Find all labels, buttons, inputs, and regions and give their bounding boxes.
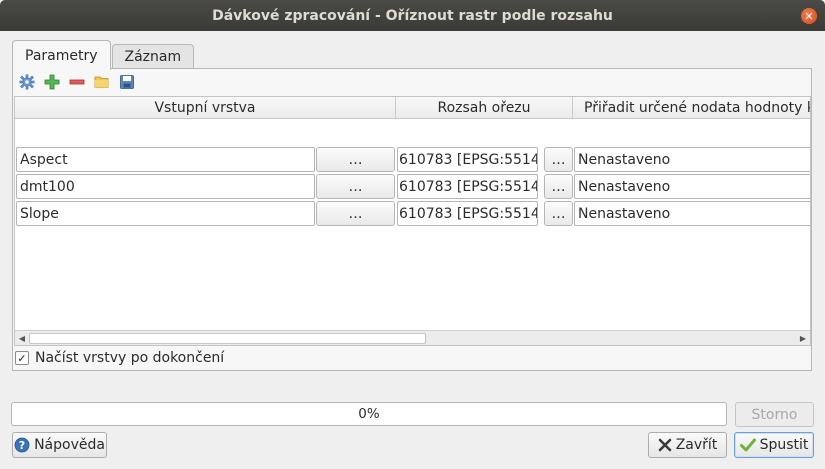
folder-icon bbox=[94, 76, 109, 88]
scroll-right-icon[interactable]: ▶ bbox=[797, 332, 809, 344]
nodata-field[interactable]: Nenastaveno bbox=[574, 147, 810, 172]
title-bar: Dávkové zpracování - Oříznout rastr podl… bbox=[0, 0, 825, 31]
remove-row-button[interactable] bbox=[67, 72, 87, 92]
cancel-button[interactable]: Storno bbox=[735, 402, 814, 427]
load-layers-label[interactable]: Načíst vrstvy po dokončení bbox=[35, 350, 224, 366]
extent-field[interactable]: 610783 [EPSG:5514] bbox=[397, 147, 538, 172]
plus-icon bbox=[44, 74, 60, 90]
batch-table: Vstupní vrstva Rozsah ořezu Přiřadit urč… bbox=[14, 96, 811, 346]
progress-text: 0% bbox=[358, 406, 380, 422]
save-button[interactable] bbox=[117, 72, 137, 92]
run-button[interactable]: Spustit bbox=[734, 432, 814, 458]
input-layer-field[interactable]: Aspect bbox=[16, 147, 315, 172]
add-row-button[interactable] bbox=[42, 72, 62, 92]
close-window-button[interactable]: ✕ bbox=[801, 8, 817, 24]
table-row: Aspect … 610783 [EPSG:5514] … Nenastaven… bbox=[15, 146, 810, 173]
column-header-extent[interactable]: Rozsah ořezu bbox=[396, 97, 573, 119]
close-x-icon bbox=[658, 438, 672, 452]
extent-field[interactable]: 610783 [EPSG:5514] bbox=[397, 174, 538, 199]
help-icon: ? bbox=[14, 437, 30, 453]
extent-field[interactable]: 610783 [EPSG:5514] bbox=[397, 201, 538, 226]
browse-extent-button[interactable]: … bbox=[544, 201, 573, 226]
column-header-nodata[interactable]: Přiřadit určené nodata hodnoty k bbox=[573, 97, 810, 119]
close-icon: ✕ bbox=[804, 9, 814, 23]
open-button[interactable] bbox=[92, 72, 112, 92]
autofill-button[interactable] bbox=[17, 72, 37, 92]
browse-layer-button[interactable]: … bbox=[316, 174, 395, 199]
table-header: Vstupní vrstva Rozsah ořezu Přiřadit urč… bbox=[15, 97, 810, 119]
load-layers-checkbox[interactable]: ✓ bbox=[15, 351, 29, 365]
table-row: dmt100 … 610783 [EPSG:5514] … Nenastaven… bbox=[15, 173, 810, 200]
column-header-input-layer[interactable]: Vstupní vrstva bbox=[15, 97, 396, 119]
batch-toolbar bbox=[17, 72, 137, 94]
scroll-left-icon[interactable]: ◀ bbox=[16, 332, 28, 344]
close-button[interactable]: Zavřít bbox=[648, 432, 727, 458]
horizontal-scrollbar[interactable]: ◀ ▶ bbox=[15, 330, 810, 345]
save-icon bbox=[120, 75, 134, 89]
nodata-field[interactable]: Nenastaveno bbox=[574, 174, 810, 199]
tab-parametry[interactable]: Parametry bbox=[12, 40, 111, 70]
svg-text:?: ? bbox=[19, 439, 25, 452]
cancel-button-label: Storno bbox=[751, 406, 798, 423]
scrollbar-thumb[interactable] bbox=[29, 333, 426, 344]
input-layer-field[interactable]: dmt100 bbox=[16, 174, 315, 199]
browse-layer-button[interactable]: … bbox=[316, 147, 395, 172]
input-layer-field[interactable]: Slope bbox=[16, 201, 315, 226]
checkmark-icon bbox=[739, 438, 756, 452]
gear-icon bbox=[19, 74, 35, 90]
parameters-panel: Vstupní vrstva Rozsah ořezu Přiřadit urč… bbox=[12, 68, 812, 371]
tab-zaznam[interactable]: Záznam bbox=[111, 44, 195, 69]
progress-bar: 0% bbox=[11, 402, 727, 426]
help-button-label: Nápověda bbox=[34, 437, 105, 453]
nodata-field[interactable]: Nenastaveno bbox=[574, 201, 810, 226]
help-button[interactable]: ? Nápověda bbox=[12, 432, 107, 458]
browse-extent-button[interactable]: … bbox=[544, 147, 573, 172]
browse-extent-button[interactable]: … bbox=[544, 174, 573, 199]
minus-icon bbox=[69, 79, 85, 85]
close-button-label: Zavřít bbox=[675, 437, 718, 453]
load-layers-option: ✓ Načíst vrstvy po dokončení bbox=[15, 350, 224, 366]
table-row: Slope … 610783 [EPSG:5514] … Nenastaveno bbox=[15, 200, 810, 227]
window-title: Dávkové zpracování - Oříznout rastr podl… bbox=[212, 7, 613, 24]
browse-layer-button[interactable]: … bbox=[316, 201, 395, 226]
run-button-label: Spustit bbox=[759, 437, 809, 453]
tab-bar: Parametry Záznam bbox=[12, 40, 195, 70]
